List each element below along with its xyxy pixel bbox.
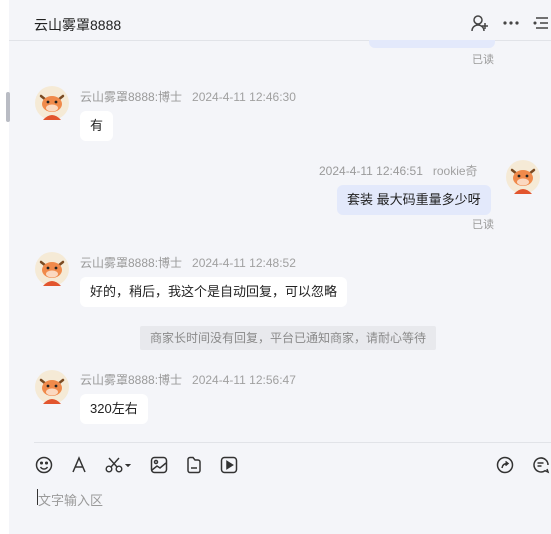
message-input[interactable] [34,484,541,524]
avatar[interactable] [35,86,69,120]
share-icon[interactable] [494,454,516,476]
sender-name: 云山雾罩8888:博士 [80,256,183,270]
font-icon[interactable] [68,454,90,476]
sender-name: rookie奇 [432,164,478,178]
message-bubble-outgoing: 套装 最大码重量多少呀 [337,185,491,215]
message-time: 2024-4-11 12:46:51 [319,164,423,178]
avatar[interactable] [35,370,69,404]
menu-icon[interactable] [531,13,551,33]
message-time: 2024-4-11 12:56:47 [192,373,296,387]
message-meta: 云山雾罩8888:博士 2024-4-11 12:48:52 [80,254,296,271]
read-status: 已读 [472,54,494,66]
file-icon[interactable] [183,454,205,476]
sender-name: 云山雾罩8888:博士 [80,373,183,387]
chat-header: 云山雾罩8888 [9,0,551,41]
avatar[interactable] [506,160,540,194]
message-input-area[interactable] [34,484,541,524]
read-status: 已读 [472,219,494,231]
message-meta: 云山雾罩8888:博士 2024-4-11 12:56:47 [80,371,296,388]
text-caret [37,489,38,505]
message-meta: 云山雾罩8888:博士 2024-4-11 12:46:30 [80,88,296,105]
composer-divider [34,442,551,443]
left-panel-edge [0,0,9,534]
add-user-icon[interactable] [470,13,490,33]
avatar[interactable] [35,252,69,286]
scissors-icon[interactable] [104,454,134,476]
sender-name: 云山雾罩8888:博士 [80,90,183,104]
system-notice: 商家长时间没有回复，平台已通知商家，请耐心等待 [140,326,436,350]
more-icon[interactable] [501,13,521,33]
message-time: 2024-4-11 12:46:30 [192,90,296,104]
image-icon[interactable] [148,454,170,476]
previous-message-bubble [369,40,495,48]
left-scrollbar[interactable] [6,92,10,122]
message-meta: 2024-4-11 12:46:51 rookie奇 [319,162,478,179]
message-bubble-incoming: 好的，稍后，我这个是自动回复，可以忽略 [80,277,348,307]
chat-title: 云山雾罩8888 [34,17,122,33]
message-bubble-incoming: 有 [80,111,114,141]
emoji-icon[interactable] [33,454,55,476]
message-bubble-incoming: 320左右 [80,394,148,424]
message-time: 2024-4-11 12:48:52 [192,256,296,270]
quick-reply-icon[interactable] [530,454,551,476]
video-icon[interactable] [218,454,240,476]
